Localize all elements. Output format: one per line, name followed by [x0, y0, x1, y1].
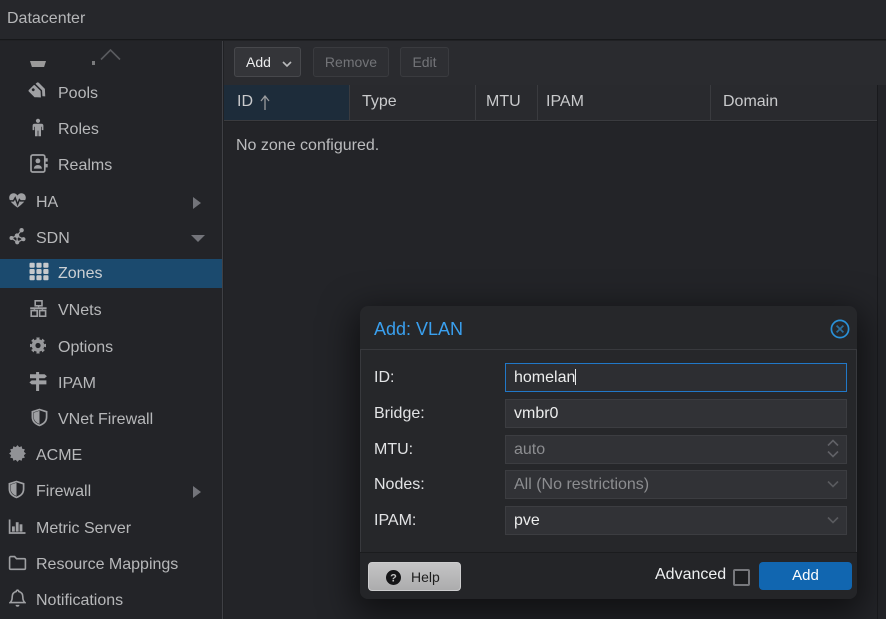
svg-text:?: ? — [390, 572, 397, 584]
